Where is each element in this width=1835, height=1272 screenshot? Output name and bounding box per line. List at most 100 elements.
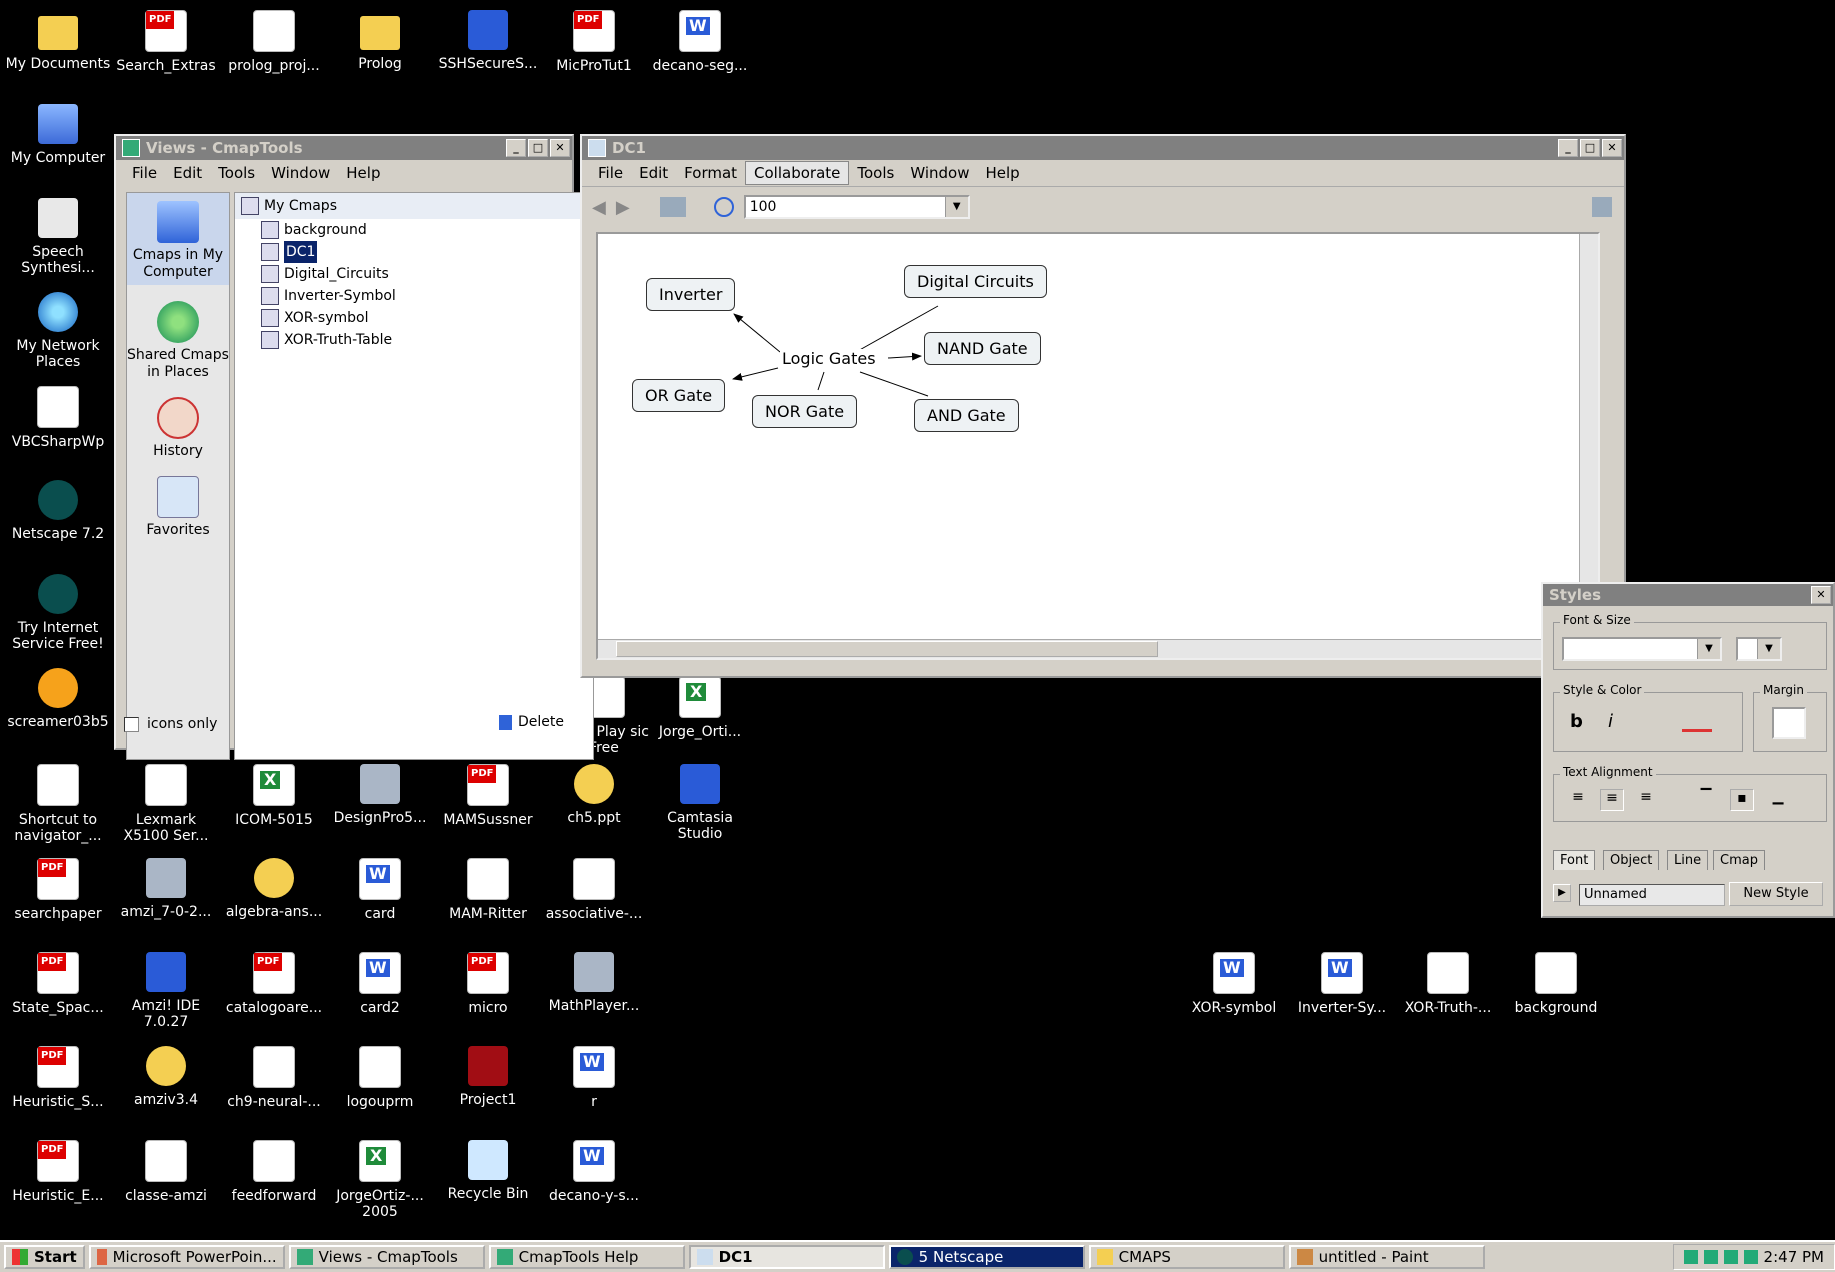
desktop-icon[interactable]: Heuristic_S...: [4, 1046, 112, 1110]
cmap-canvas[interactable]: Inverter Digital Circuits Logic Gates NA…: [596, 232, 1600, 660]
desktop-icon[interactable]: ICOM-5015: [220, 764, 328, 828]
tab-line[interactable]: Line: [1667, 850, 1709, 870]
taskbar-item-netscape[interactable]: 5 Netscape: [888, 1245, 1085, 1269]
desktop-icon[interactable]: background: [1502, 952, 1610, 1016]
tray-icon[interactable]: [1743, 1250, 1758, 1264]
align-right-icon[interactable]: ≡: [1634, 789, 1658, 811]
zoom-icon[interactable]: [713, 197, 734, 217]
tree-item[interactable]: XOR-Truth-Table: [261, 329, 593, 351]
menu-edit[interactable]: Edit: [631, 162, 676, 184]
close-button[interactable]: ✕: [1602, 139, 1622, 157]
forward-arrow-icon[interactable]: ▶: [616, 197, 630, 218]
expand-arrow-icon[interactable]: ▶: [1553, 884, 1571, 902]
start-button[interactable]: Start: [4, 1245, 85, 1269]
taskbar-item-cmaptools-help[interactable]: CmapTools Help: [488, 1245, 685, 1269]
dc1-titlebar[interactable]: DC1 _ □ ✕: [582, 136, 1624, 160]
desktop-icon[interactable]: catalogoare...: [220, 952, 328, 1016]
desktop-icon[interactable]: card: [326, 858, 434, 922]
desktop-icon[interactable]: Amzi! IDE 7.0.27: [112, 952, 220, 1030]
delete-button[interactable]: Delete: [499, 714, 564, 730]
desktop-icon[interactable]: Project1: [434, 1046, 542, 1108]
favorites-item[interactable]: Favorites: [127, 476, 229, 539]
taskbar-item-views[interactable]: Views - CmapTools: [288, 1245, 485, 1269]
tray-icon[interactable]: [1723, 1250, 1738, 1264]
desktop-icon[interactable]: Inverter-Sy...: [1288, 952, 1396, 1016]
desktop-icon[interactable]: My Computer: [4, 104, 112, 166]
desktop-icon[interactable]: searchpaper: [4, 858, 112, 922]
node-nand-gate[interactable]: NAND Gate: [924, 332, 1041, 365]
tree-item[interactable]: Digital_Circuits: [261, 263, 593, 285]
margin-field[interactable]: [1772, 707, 1806, 739]
desktop-icon[interactable]: algebra-ans...: [220, 858, 328, 920]
desktop-icon[interactable]: SSHSecureS...: [434, 10, 542, 72]
desktop-icon[interactable]: logouprm: [326, 1046, 434, 1110]
desktop-icon[interactable]: XOR-Truth-...: [1394, 952, 1502, 1016]
menu-tools[interactable]: Tools: [210, 162, 263, 184]
desktop-icon[interactable]: Prolog: [326, 10, 434, 72]
desktop-icon[interactable]: Netscape 7.2: [4, 480, 112, 542]
node-nor-gate[interactable]: NOR Gate: [752, 395, 858, 428]
tab-cmap[interactable]: Cmap: [1713, 850, 1765, 870]
new-style-button[interactable]: New Style: [1729, 882, 1823, 906]
node-digital-circuits[interactable]: Digital Circuits: [904, 265, 1047, 298]
desktop-icon[interactable]: MAM-Ritter: [434, 858, 542, 922]
edit-mode-icon[interactable]: [1592, 197, 1612, 217]
menu-tools[interactable]: Tools: [849, 162, 902, 184]
node-or-gate[interactable]: OR Gate: [632, 379, 726, 412]
taskbar-item-powerpoint[interactable]: Microsoft PowerPoin...: [88, 1245, 285, 1269]
desktop-icon[interactable]: amziv3.4: [112, 1046, 220, 1108]
taskbar-item-cmaps[interactable]: CMAPS: [1088, 1245, 1285, 1269]
maximize-button[interactable]: □: [1580, 139, 1600, 157]
desktop-icon[interactable]: MicProTut1: [540, 10, 648, 74]
desktop-icon[interactable]: VBCSharpWp: [4, 386, 112, 450]
desktop-icon[interactable]: ch9-neural-...: [220, 1046, 328, 1110]
menu-file[interactable]: File: [124, 162, 165, 184]
desktop-icon[interactable]: My Network Places: [4, 292, 112, 370]
desktop-icon[interactable]: amzi_7-0-2...: [112, 858, 220, 920]
zoom-combo[interactable]: 100 ▼: [743, 195, 970, 219]
bold-button[interactable]: b: [1570, 711, 1583, 732]
desktop-icon[interactable]: decano-seg...: [646, 10, 754, 74]
desktop-icon[interactable]: MAMSussner: [434, 764, 542, 828]
minimize-button[interactable]: _: [1558, 139, 1578, 157]
tray-icon[interactable]: [1683, 1250, 1698, 1264]
chevron-down-icon[interactable]: ▼: [1757, 639, 1780, 659]
tree-item[interactable]: DC1: [261, 241, 593, 263]
node-logic-gates[interactable]: Logic Gates: [780, 349, 878, 368]
taskbar-item-dc1[interactable]: DC1: [688, 1245, 885, 1269]
desktop-icon[interactable]: micro: [434, 952, 542, 1016]
close-button[interactable]: ✕: [550, 139, 570, 157]
desktop-icon[interactable]: XOR-symbol: [1180, 952, 1288, 1016]
desktop-icon[interactable]: Shortcut to navigator_...: [4, 764, 112, 844]
desktop-icon[interactable]: ch5.ppt: [540, 764, 648, 826]
desktop-icon[interactable]: decano-y-s...: [540, 1140, 648, 1204]
tree-item[interactable]: Inverter-Symbol: [261, 285, 593, 307]
desktop-icon[interactable]: State_Spac...: [4, 952, 112, 1016]
align-left-icon[interactable]: ≡: [1566, 789, 1590, 811]
horizontal-scroll-thumb[interactable]: [616, 641, 1158, 657]
style-name-field[interactable]: Unnamed: [1579, 884, 1725, 906]
chevron-down-icon[interactable]: ▼: [944, 197, 968, 217]
text-color-icon[interactable]: [1682, 715, 1712, 732]
menu-window[interactable]: Window: [902, 162, 977, 184]
desktop-icon[interactable]: prolog_proj...: [220, 10, 328, 74]
menu-file[interactable]: File: [590, 162, 631, 184]
node-inverter[interactable]: Inverter: [646, 278, 736, 311]
menu-window[interactable]: Window: [263, 162, 338, 184]
desktop-icon[interactable]: MathPlayer...: [540, 952, 648, 1014]
menu-collaborate[interactable]: Collaborate: [745, 161, 850, 185]
italic-button[interactable]: i: [1608, 711, 1613, 732]
desktop-icon[interactable]: screamer03b5: [4, 668, 112, 730]
valign-bottom-icon[interactable]: ▁: [1766, 789, 1790, 811]
desktop-icon[interactable]: associative-...: [540, 858, 648, 922]
taskbar-item-paint[interactable]: untitled - Paint: [1288, 1245, 1485, 1269]
tree-item[interactable]: background: [261, 219, 593, 241]
align-center-icon[interactable]: ≡: [1600, 789, 1624, 811]
node-and-gate[interactable]: AND Gate: [914, 399, 1019, 432]
maximize-button[interactable]: □: [528, 139, 548, 157]
desktop-icon[interactable]: r: [540, 1046, 648, 1110]
desktop-icon[interactable]: feedforward: [220, 1140, 328, 1204]
desktop-icon[interactable]: DesignPro5...: [326, 764, 434, 826]
tree-root[interactable]: My Cmaps: [235, 193, 593, 219]
shared-cmaps-in-places[interactable]: Shared Cmaps in Places: [127, 301, 229, 381]
